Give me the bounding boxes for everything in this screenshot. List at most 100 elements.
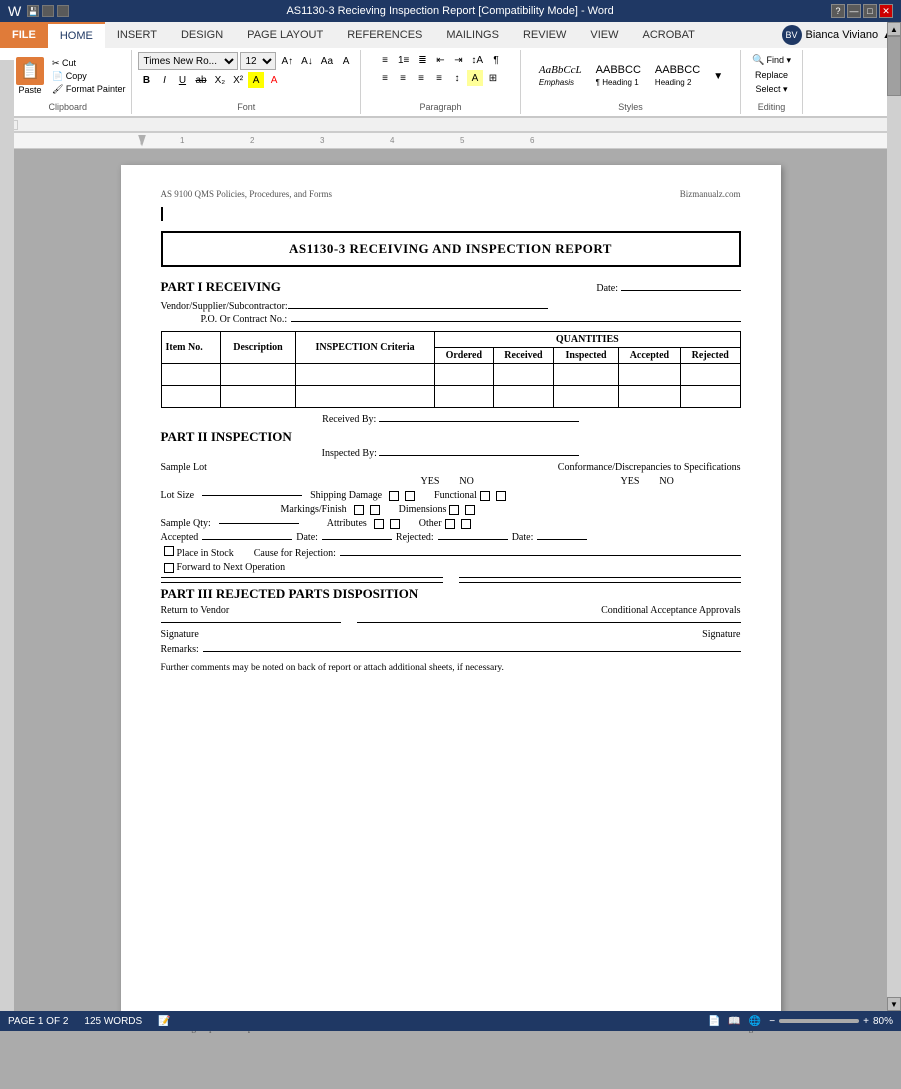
sort-btn[interactable]: ↕A <box>468 52 486 68</box>
tab-mailings[interactable]: MAILINGS <box>434 22 511 48</box>
place-stock-check[interactable] <box>164 546 174 556</box>
strikethrough-btn[interactable]: ab <box>192 72 209 88</box>
quick-undo-btn[interactable] <box>42 5 54 17</box>
markings-no-check[interactable] <box>370 505 380 515</box>
forward-check[interactable] <box>164 563 174 573</box>
minimize-btn[interactable]: — <box>847 4 861 18</box>
functional-yes-check[interactable] <box>480 491 490 501</box>
scroll-thumb[interactable] <box>887 36 901 96</box>
part3-header-row: Return to Vendor Conditional Acceptance … <box>161 605 741 616</box>
clipboard-secondary: ✂ Cut 📄 Copy 🖌 Format Painter <box>52 58 125 95</box>
quick-save-btn[interactable]: 💾 <box>27 5 39 17</box>
align-center-btn[interactable]: ≡ <box>395 70 411 86</box>
restore-btn[interactable]: □ <box>863 4 877 18</box>
tab-file[interactable]: FILE <box>0 22 48 48</box>
italic-btn[interactable]: I <box>156 72 172 88</box>
shrink-font-btn[interactable]: A↓ <box>298 53 316 69</box>
zoom-in-btn[interactable]: + <box>863 1016 869 1027</box>
cut-button[interactable]: ✂ Cut <box>52 58 125 69</box>
clear-format-btn[interactable]: Aa <box>318 53 336 69</box>
scroll-down-btn[interactable]: ▼ <box>887 997 901 1011</box>
tab-view[interactable]: VIEW <box>578 22 630 48</box>
attributes-yes-check[interactable] <box>374 519 384 529</box>
justify-btn[interactable]: ≡ <box>431 70 447 86</box>
font-size-select[interactable]: 12 <box>240 52 276 70</box>
scroll-up-btn[interactable]: ▲ <box>887 22 901 36</box>
highlight-btn[interactable]: A <box>248 72 264 88</box>
zoom-out-btn[interactable]: − <box>769 1016 775 1027</box>
attributes-no-check[interactable] <box>390 519 400 529</box>
font-family-select[interactable]: Times New Ro... <box>138 52 238 70</box>
bullets-btn[interactable]: ≡ <box>377 52 393 68</box>
check-row-3: Sample Qty: Attributes Other <box>161 518 741 529</box>
close-btn[interactable]: ✕ <box>879 4 893 18</box>
col-description: Description <box>220 332 295 364</box>
part2-sig-line-1 <box>161 577 443 578</box>
col-received: Received <box>493 348 554 364</box>
tab-home[interactable]: HOME <box>48 22 105 48</box>
increase-indent-btn[interactable]: ⇥ <box>450 52 466 68</box>
align-left-btn[interactable]: ≡ <box>377 70 393 86</box>
dimensions-yes-check[interactable] <box>449 505 459 515</box>
help-btn[interactable]: ? <box>831 4 845 18</box>
sample-conf-row: Sample Lot Conformance/Discrepancies to … <box>161 462 741 473</box>
copy-button[interactable]: 📄 Copy <box>52 71 125 82</box>
underline-btn[interactable]: U <box>174 72 190 88</box>
find-icon: 🔍 <box>752 55 764 66</box>
tab-references[interactable]: REFERENCES <box>335 22 434 48</box>
tab-review[interactable]: REVIEW <box>511 22 578 48</box>
numbering-btn[interactable]: 1≡ <box>395 52 412 68</box>
view-print-icon[interactable]: 📄 <box>708 1016 720 1027</box>
borders-btn[interactable]: ⊞ <box>485 70 501 86</box>
replace-btn[interactable]: Replace <box>752 69 791 81</box>
format-painter-button[interactable]: 🖌 Format Painter <box>52 84 125 95</box>
other-yes-check[interactable] <box>445 519 455 529</box>
zoom-slider[interactable] <box>779 1019 859 1023</box>
find-btn[interactable]: 🔍 Find ▾ <box>749 54 794 67</box>
subscript-btn[interactable]: X₂ <box>212 72 229 88</box>
document-area: AS 9100 QMS Policies, Procedures, and Fo… <box>0 149 901 1089</box>
view-web-icon[interactable]: 🌐 <box>749 1016 761 1027</box>
paste-button[interactable]: 📋 Paste <box>10 55 50 97</box>
para-row2: ≡ ≡ ≡ ≡ ↕ A ⊞ <box>377 70 501 86</box>
markings-yes-check[interactable] <box>354 505 364 515</box>
select-btn[interactable]: Select ▾ <box>753 83 791 96</box>
scrollbar[interactable]: ▲ ▼ <box>887 22 901 1011</box>
superscript-btn[interactable]: X² <box>230 72 246 88</box>
tab-acrobat[interactable]: ACROBAT <box>630 22 706 48</box>
grow-font-btn[interactable]: A↑ <box>278 53 296 69</box>
received-by-line <box>379 421 579 422</box>
styles-more-btn[interactable]: ▼ <box>710 68 726 84</box>
multilevel-btn[interactable]: ≣ <box>414 52 430 68</box>
style-emphasis[interactable]: AaBbCcL Emphasis <box>535 62 586 90</box>
other-no-check[interactable] <box>461 519 471 529</box>
align-right-btn[interactable]: ≡ <box>413 70 429 86</box>
inspected-by-line <box>379 455 579 456</box>
quick-redo-btn[interactable] <box>57 5 69 17</box>
part1-header-row: PART I RECEIVING Date: <box>161 273 741 299</box>
view-reading-icon[interactable]: 📖 <box>728 1016 740 1027</box>
table-row <box>161 386 740 408</box>
zoom-control[interactable]: − + 80% <box>769 1016 893 1027</box>
tab-insert[interactable]: INSERT <box>105 22 169 48</box>
functional-no-check[interactable] <box>496 491 506 501</box>
sig2-label: Signature <box>702 629 740 640</box>
text-effects-btn[interactable]: A <box>338 53 354 69</box>
shipping-yes-check[interactable] <box>389 491 399 501</box>
style-heading1[interactable]: AABBCC ¶ Heading 1 <box>592 62 645 90</box>
shipping-no-check[interactable] <box>405 491 415 501</box>
font-color-btn[interactable]: A <box>266 72 282 88</box>
tab-design[interactable]: DESIGN <box>169 22 235 48</box>
styles-area: AaBbCcL Emphasis AABBCC ¶ Heading 1 AABB… <box>531 52 730 100</box>
shading-btn[interactable]: A <box>467 70 483 86</box>
dimensions-no-check[interactable] <box>465 505 475 515</box>
date1-line <box>322 539 392 540</box>
decrease-indent-btn[interactable]: ⇤ <box>432 52 448 68</box>
show-formatting-btn[interactable]: ¶ <box>488 52 504 68</box>
bold-btn[interactable]: B <box>138 72 154 88</box>
inspection-table: Item No. Description INSPECTION Criteria… <box>161 331 741 408</box>
tab-page-layout[interactable]: PAGE LAYOUT <box>235 22 335 48</box>
style-heading2[interactable]: AABBCC Heading 2 <box>651 62 704 90</box>
part2-sig-line-2 <box>459 577 741 578</box>
line-spacing-btn[interactable]: ↕ <box>449 70 465 86</box>
